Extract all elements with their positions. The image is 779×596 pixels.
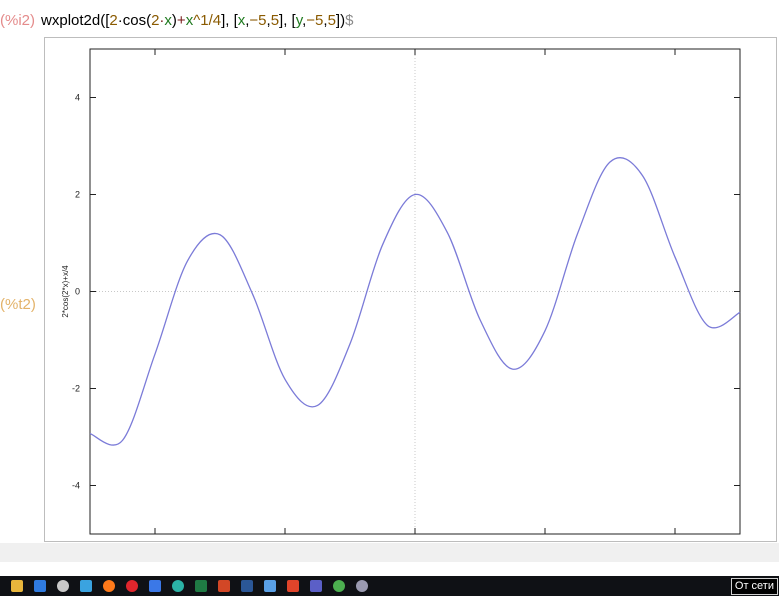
worksheet-bottom-bar [0,543,779,562]
maxima-icon[interactable] [356,580,368,592]
y-tick-label: -2 [72,384,80,394]
command-token: wxplot2d([ [41,11,110,29]
command-token: ]) [335,11,346,29]
firefox-icon[interactable] [103,580,115,592]
teams-icon[interactable] [310,580,322,592]
y-tick-label: -4 [72,481,80,491]
command-token: ^1/4 [193,11,222,29]
word-icon[interactable] [241,580,253,592]
command-token: 5 [327,11,336,29]
command-token: −5 [306,11,324,29]
command-token: + [176,11,186,29]
network-status[interactable]: От сети [730,578,778,595]
mail-icon[interactable] [34,580,46,592]
store-icon[interactable] [264,580,276,592]
taskbar: От сети [0,576,779,596]
command-token: 2 [109,11,118,29]
office-icon[interactable] [287,580,299,592]
output-label: (%t2) [0,296,36,313]
settings-icon[interactable] [57,580,69,592]
powerpoint-icon[interactable] [218,580,230,592]
y-tick-label: 0 [75,287,80,297]
y-tick-label: 2 [75,190,80,200]
worksheet-bottom-gap [0,562,779,576]
file-explorer-icon[interactable] [11,580,23,592]
chrome-icon[interactable] [333,580,345,592]
taskbar-icons [0,580,368,592]
y-tick-label: 4 [75,93,80,103]
command-token: 5 [270,11,280,29]
command-token: ·cos( [117,11,152,29]
command-token: ], [ [221,11,238,29]
photos-icon[interactable] [149,580,161,592]
edge-icon[interactable] [172,580,184,592]
media-player-icon[interactable] [80,580,92,592]
y-axis-label: 2*cos(2*x)+x/4 [61,265,70,318]
command-token: $ [345,11,354,29]
command-token: x [164,11,172,29]
excel-icon[interactable] [195,580,207,592]
command-token: −5 [249,11,267,29]
command-text[interactable]: wxplot2d([2·cos(2·x)+x^1/4], [x,−5,5], [… [41,12,353,29]
input-cell[interactable]: (%i2) wxplot2d([2·cos(2·x)+x^1/4], [x,−5… [0,8,353,32]
command-token: ], [ [279,11,296,29]
opera-icon[interactable] [126,580,138,592]
input-label: (%i2) [0,11,36,29]
plot-area: 4 2 0 -2 -4 2*cos(2*x)+x/4 [61,48,741,535]
